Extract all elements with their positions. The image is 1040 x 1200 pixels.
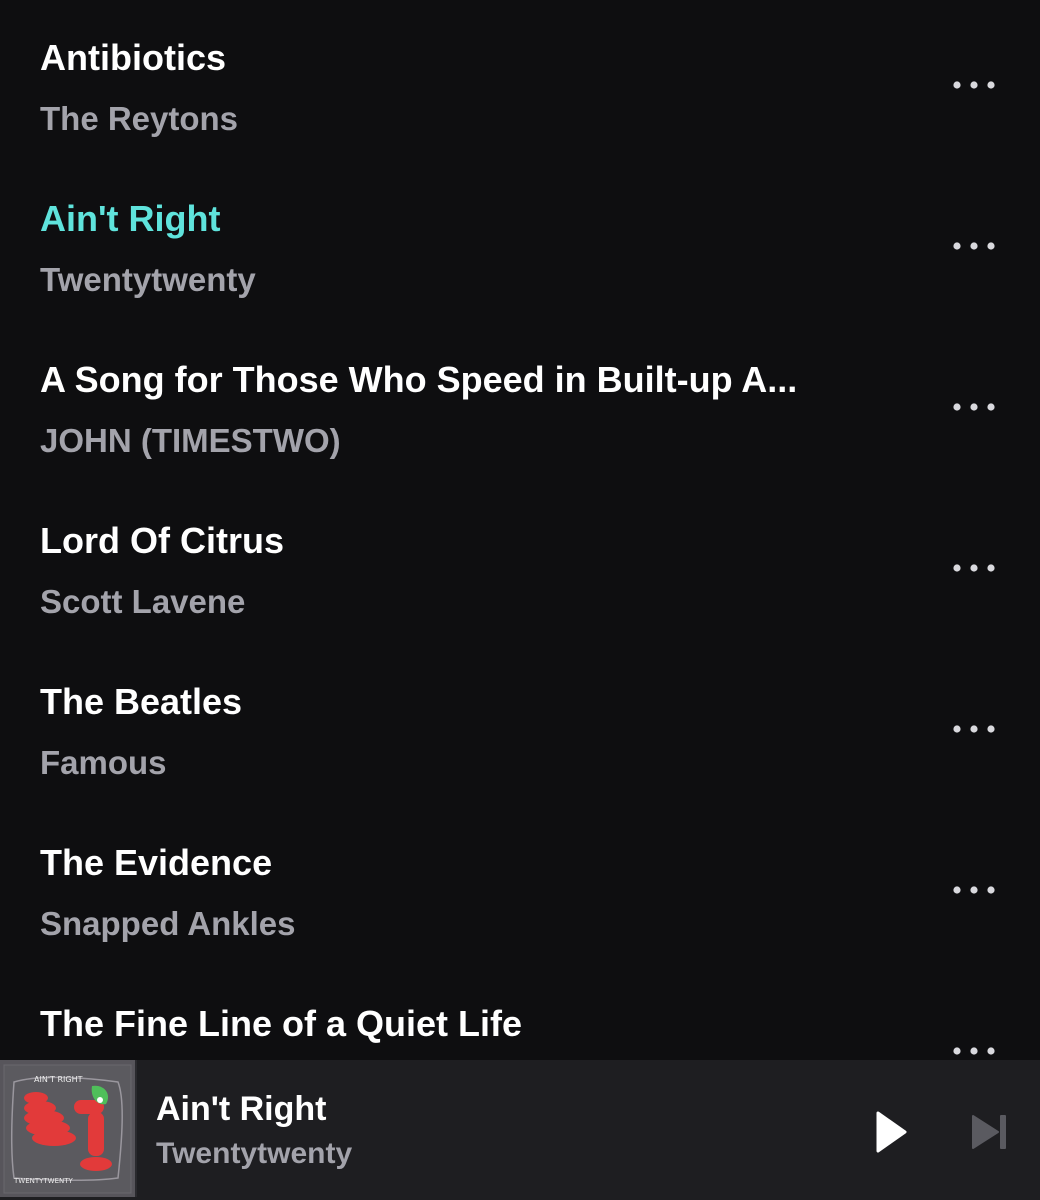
track-title-now-playing: Ain't Right xyxy=(40,198,221,239)
more-options-button[interactable] xyxy=(944,68,1004,102)
more-horizontal-icon xyxy=(953,564,995,572)
app-screen: Antibiotics The Reytons Ain't Right Twen… xyxy=(0,0,1040,1200)
track-artist: Snapped Ankles xyxy=(40,905,296,942)
track-title: The Fine Line of a Quiet Life xyxy=(40,1003,523,1044)
track-title: The Evidence xyxy=(40,842,273,883)
track-row[interactable]: Antibiotics The Reytons xyxy=(0,0,1040,160)
track-title: Lord Of Citrus xyxy=(40,520,284,561)
track-row[interactable]: The Evidence Snapped Ankles xyxy=(0,805,1040,965)
more-horizontal-icon xyxy=(953,403,995,411)
track-title: A Song for Those Who Speed in Built-up A… xyxy=(40,359,798,400)
track-row[interactable]: The Beatles Famous xyxy=(0,644,1040,804)
more-horizontal-icon xyxy=(953,81,995,89)
play-button[interactable] xyxy=(866,1108,914,1156)
more-options-button[interactable] xyxy=(944,712,1004,746)
more-horizontal-icon xyxy=(953,725,995,733)
more-options-button[interactable] xyxy=(944,229,1004,263)
more-options-button[interactable] xyxy=(944,873,1004,907)
track-artist: Famous xyxy=(40,744,167,781)
more-horizontal-icon xyxy=(953,886,995,894)
play-icon xyxy=(876,1111,907,1153)
now-playing-title: Ain't Right xyxy=(156,1090,327,1128)
track-artist: Scott Lavene xyxy=(40,583,246,620)
skip-next-icon xyxy=(972,1115,1006,1149)
track-artist: JOHN (TIMESTWO) xyxy=(40,422,341,459)
artwork-text-top: AIN'T RIGHT xyxy=(34,1075,83,1084)
more-options-button[interactable] xyxy=(944,390,1004,424)
skip-next-button[interactable] xyxy=(966,1110,1014,1154)
track-title: Antibiotics xyxy=(40,37,226,78)
more-horizontal-icon xyxy=(953,242,995,250)
mini-player[interactable]: AIN'T RIGHT TWENTYTWENTY Ain't Right Twe… xyxy=(0,1060,1040,1200)
more-options-button[interactable] xyxy=(944,551,1004,585)
artwork-text-bottom: TWENTYTWENTY xyxy=(14,1177,73,1185)
album-artwork[interactable]: AIN'T RIGHT TWENTYTWENTY xyxy=(0,1060,137,1197)
track-artist: The Reytons xyxy=(40,100,239,137)
track-artist: Twentytwenty xyxy=(40,261,256,298)
track-row[interactable]: Ain't Right Twentytwenty xyxy=(0,161,1040,321)
track-list: Antibiotics The Reytons Ain't Right Twen… xyxy=(0,0,1040,1060)
track-row[interactable]: Lord Of Citrus Scott Lavene xyxy=(0,483,1040,643)
track-title: The Beatles xyxy=(40,681,243,722)
more-horizontal-icon xyxy=(953,1047,995,1055)
track-row[interactable]: A Song for Those Who Speed in Built-up A… xyxy=(0,322,1040,482)
more-options-button[interactable] xyxy=(944,1034,1004,1060)
track-row[interactable]: The Fine Line of a Quiet Life xyxy=(0,966,1040,1060)
now-playing-artist: Twentytwenty xyxy=(156,1137,353,1170)
